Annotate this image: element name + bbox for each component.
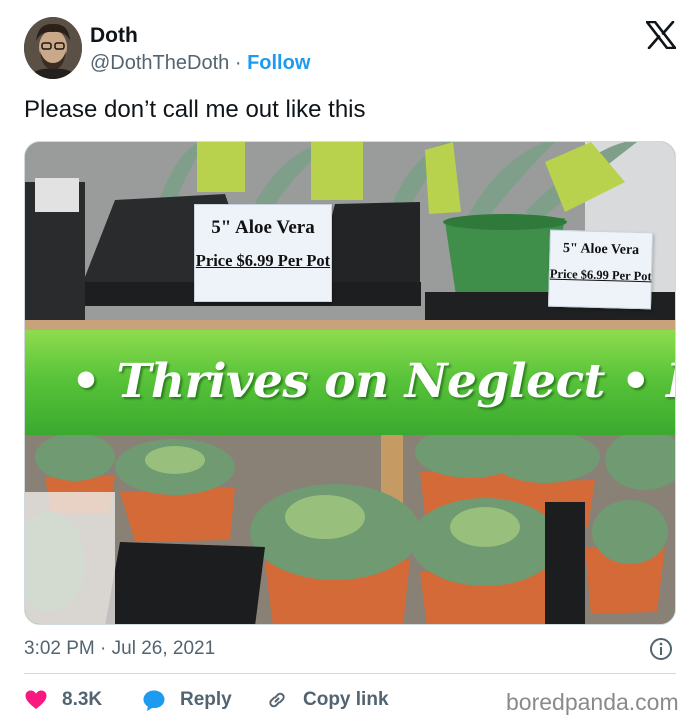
speech-bubble-icon bbox=[143, 690, 165, 711]
sign-right-size: 5" Aloe Vera bbox=[562, 241, 640, 259]
shelf-banner-text: • Thrives on Neglect • Ind bbox=[71, 354, 675, 409]
author-handle-row: @DothTheDoth · Follow bbox=[90, 52, 310, 75]
author-handle[interactable]: @DothTheDoth bbox=[90, 52, 229, 74]
heart-icon bbox=[25, 690, 47, 709]
reply-label: Reply bbox=[180, 689, 232, 710]
copy-link-label: Copy link bbox=[303, 689, 389, 710]
like-count: 8.3K bbox=[62, 689, 103, 710]
sign-right-price: Price $6.99 Per Pot bbox=[549, 266, 652, 284]
like-button[interactable]: 8.3K bbox=[24, 686, 102, 714]
separator: · bbox=[234, 52, 242, 74]
link-icon bbox=[269, 692, 285, 708]
watermark: boredpanda.com bbox=[506, 689, 679, 715]
tweet-timestamp[interactable]: 3:02 PM · Jul 26, 2021 bbox=[24, 638, 215, 660]
tweet-text: Please don’t call me out like this bbox=[24, 96, 366, 123]
price-sign-left: 5" Aloe Vera Price $6.99 Per Pot bbox=[194, 204, 332, 302]
avatar[interactable] bbox=[24, 17, 82, 79]
sign-left-price: Price $6.99 Per Pot bbox=[195, 251, 331, 270]
tweet-photo[interactable]: 5" Aloe Vera Price $6.99 Per Pot 5" Aloe… bbox=[24, 141, 676, 625]
sign-left-size: 5" Aloe Vera bbox=[211, 217, 315, 238]
follow-link[interactable]: Follow bbox=[247, 52, 310, 74]
author-name[interactable]: Doth bbox=[90, 24, 138, 48]
tweet-header: Doth @DothTheDoth · Follow bbox=[24, 17, 677, 81]
divider bbox=[24, 673, 676, 674]
price-sign-right: 5" Aloe Vera Price $6.99 Per Pot bbox=[548, 229, 653, 310]
reply-button[interactable]: Reply bbox=[142, 686, 232, 714]
info-icon[interactable] bbox=[649, 637, 673, 661]
copy-link-button[interactable]: Copy link bbox=[265, 686, 389, 714]
x-logo-icon[interactable] bbox=[645, 20, 677, 50]
